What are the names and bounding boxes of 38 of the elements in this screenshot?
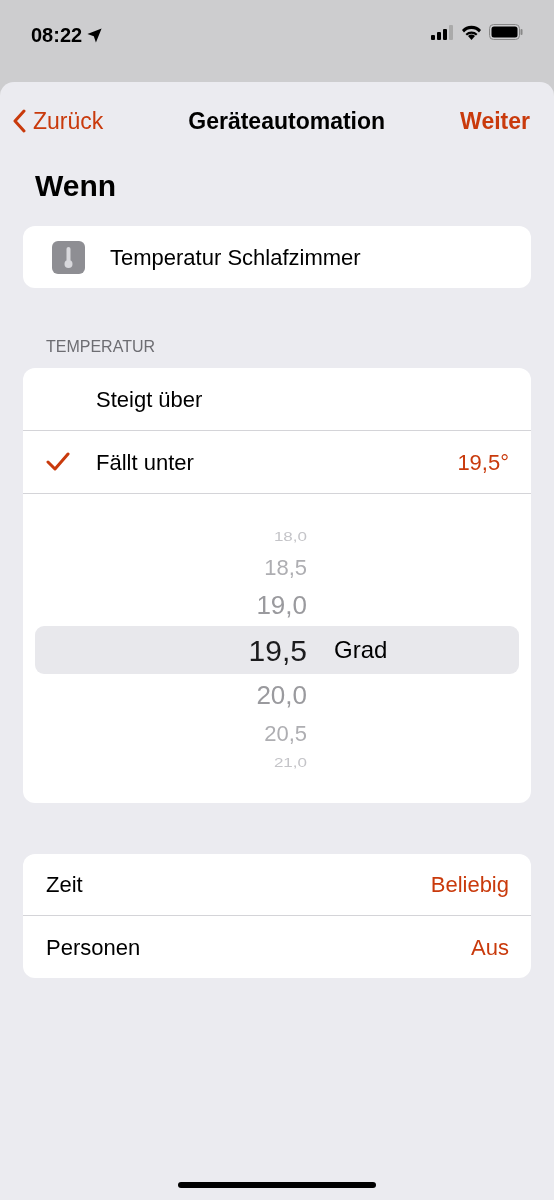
picker-row[interactable]: 20,0 [35, 674, 519, 716]
picker-value: 20,0 [256, 678, 307, 712]
condition-label: Zeit [46, 871, 83, 899]
option-row[interactable]: Fällt unter 19,5° [23, 431, 531, 494]
condition-row[interactable]: Personen Aus [23, 916, 531, 978]
location-arrow-icon [86, 26, 104, 44]
sensor-name: Temperatur Schlafzimmer [110, 243, 361, 272]
picker-row[interactable]: 20,5 [35, 716, 519, 750]
picker-row[interactable]: 19,0 [35, 584, 519, 626]
option-label: Steigt über [96, 385, 204, 414]
thermometer-icon [52, 240, 85, 274]
condition-label: Personen [46, 933, 141, 962]
section-heading: Wenn [34, 167, 118, 204]
picker-unit: Grad [334, 635, 388, 665]
picker-value: 21,0 [273, 754, 307, 772]
next-button[interactable]: Weiter [460, 103, 542, 139]
condition-row[interactable]: Zeit Beliebig [23, 854, 531, 916]
option-row[interactable]: Steigt über [23, 368, 531, 431]
option-label: Fällt unter [96, 448, 195, 477]
section-label: TEMPERATUR [45, 337, 157, 357]
picker-value: 20,5 [264, 719, 307, 748]
picker-value: 19,0 [256, 588, 307, 622]
picker-value: 18,0 [273, 528, 307, 546]
wifi-icon [461, 24, 482, 40]
picker-selection[interactable]: 19,5 Grad [35, 626, 519, 674]
battery-icon [489, 24, 523, 40]
picker-value: 19,5 [248, 632, 307, 669]
back-button[interactable]: Zurück [12, 103, 104, 139]
option-value: 19,5° [457, 448, 510, 477]
picker-row[interactable]: 18,5 [35, 550, 519, 584]
chevron-left-icon [12, 109, 26, 133]
condition-value: Beliebig [430, 871, 509, 899]
signal-icon [431, 24, 454, 40]
condition-value: Aus [471, 933, 509, 962]
picker-value: 18,5 [264, 553, 307, 582]
trigger-card[interactable]: Temperatur Schlafzimmer [23, 226, 531, 288]
clock-time: 08:22 [31, 23, 83, 48]
screen-title: Geräteautomation [188, 106, 386, 136]
